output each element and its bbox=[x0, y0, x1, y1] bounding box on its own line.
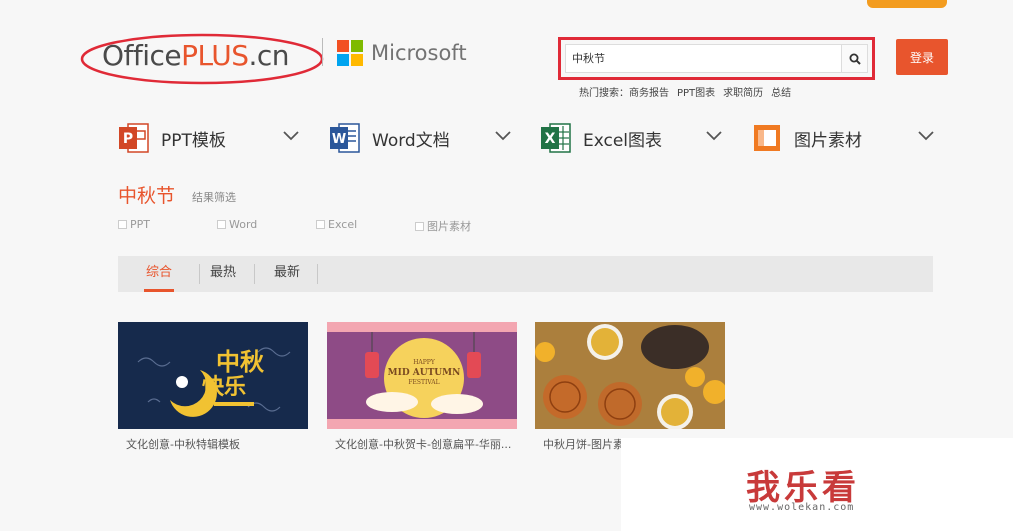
filter-checkbox-images[interactable]: 图片素材 bbox=[415, 218, 471, 234]
watermark-overlay: 我乐看 www.wolekan.com bbox=[621, 438, 1013, 531]
results-title: 中秋节 bbox=[118, 185, 176, 207]
card-thumbnail[interactable]: 中秋 快乐 bbox=[118, 322, 308, 429]
word-icon: W bbox=[330, 123, 360, 153]
chevron-down-icon[interactable] bbox=[706, 131, 722, 141]
card-art-text: 快乐 bbox=[202, 375, 246, 400]
chevron-down-icon[interactable] bbox=[495, 131, 511, 141]
checkbox[interactable] bbox=[316, 220, 325, 229]
tab-divider bbox=[254, 264, 255, 284]
hot-search-link[interactable]: 求职简历 bbox=[723, 88, 763, 99]
category-label: 图片素材 bbox=[794, 130, 862, 151]
card-title[interactable]: 文化创意-中秋特辑模板 bbox=[126, 436, 306, 452]
card-art-text: 中秋 bbox=[216, 348, 265, 376]
result-card[interactable]: 中秋月饼-图片素 bbox=[535, 322, 725, 452]
filter-option-label: Excel bbox=[328, 218, 358, 231]
checkbox[interactable] bbox=[217, 220, 226, 229]
microsoft-wordmark: Microsoft bbox=[371, 41, 467, 65]
filter-checkbox-ppt[interactable]: PPT bbox=[118, 218, 150, 231]
tab-divider bbox=[317, 264, 318, 284]
hot-searches-label: 热门搜索： bbox=[579, 88, 629, 99]
filter-option-label: 图片素材 bbox=[427, 220, 471, 233]
filter-label: 结果筛选 bbox=[192, 191, 236, 204]
chevron-down-icon[interactable] bbox=[918, 131, 934, 141]
logo-divider bbox=[322, 38, 323, 66]
result-card[interactable]: HAPPY MID AUTUMN FESTIVAL 文化创意-中秋贺卡-创意扁平… bbox=[327, 322, 517, 452]
filter-option-label: Word bbox=[229, 218, 258, 231]
watermark-url: www.wolekan.com bbox=[749, 502, 855, 513]
search-icon bbox=[849, 53, 861, 65]
chevron-down-icon[interactable] bbox=[283, 131, 299, 141]
mooncake-photo bbox=[535, 322, 725, 429]
login-button[interactable]: 登录 bbox=[896, 39, 948, 75]
result-card[interactable]: 中秋 快乐 文化创意-中秋特辑模板 bbox=[118, 322, 308, 452]
category-label: Excel图表 bbox=[583, 130, 663, 151]
category-excel[interactable]: X Excel图表 bbox=[541, 119, 662, 157]
logo-text: OfficePLUS.cn bbox=[102, 39, 290, 72]
microsoft-logo: Microsoft bbox=[337, 40, 467, 66]
tab-comprehensive[interactable]: 综合 bbox=[144, 256, 174, 292]
search-button[interactable] bbox=[841, 45, 867, 72]
card-art-text: MID AUTUMN bbox=[388, 368, 461, 378]
filter-option-label: PPT bbox=[130, 218, 150, 231]
category-ppt[interactable]: P PPT模板 bbox=[119, 119, 226, 157]
checkbox[interactable] bbox=[118, 220, 127, 229]
sort-tabbar: 综合 最热 最新 bbox=[118, 256, 933, 292]
top-corner-tab[interactable] bbox=[867, 0, 947, 8]
hot-search-link[interactable]: PPT图表 bbox=[677, 88, 715, 99]
card-art-text: HAPPY bbox=[413, 359, 436, 366]
excel-icon: X bbox=[541, 123, 571, 153]
card-art-text: FESTIVAL bbox=[408, 379, 439, 386]
search-input[interactable] bbox=[572, 45, 842, 72]
mid-autumn-art: 中秋 快乐 bbox=[118, 322, 308, 429]
svg-text:P: P bbox=[123, 131, 133, 147]
svg-text:X: X bbox=[545, 131, 556, 147]
card-thumbnail[interactable]: HAPPY MID AUTUMN FESTIVAL bbox=[327, 322, 517, 429]
card-thumbnail[interactable] bbox=[535, 322, 725, 429]
filter-checkbox-word[interactable]: Word bbox=[217, 218, 257, 231]
search-box bbox=[565, 44, 868, 73]
ppt-icon: P bbox=[119, 123, 149, 153]
filter-checkbox-excel[interactable]: Excel bbox=[316, 218, 357, 231]
hot-search-link[interactable]: 总结 bbox=[771, 88, 791, 99]
svg-text:W: W bbox=[332, 132, 346, 147]
tab-newest[interactable]: 最新 bbox=[272, 256, 302, 292]
category-label: PPT模板 bbox=[161, 130, 226, 151]
hot-searches: 热门搜索：商务报告 PPT图表 求职简历 总结 bbox=[579, 84, 799, 99]
hot-search-link[interactable]: 商务报告 bbox=[629, 88, 669, 99]
microsoft-windows-icon bbox=[337, 40, 363, 66]
mid-autumn-card-art: HAPPY MID AUTUMN FESTIVAL bbox=[327, 322, 517, 429]
tab-divider bbox=[199, 264, 200, 284]
image-icon bbox=[754, 125, 780, 151]
tab-hottest[interactable]: 最热 bbox=[208, 256, 238, 292]
officeplus-logo[interactable]: OfficePLUS.cn bbox=[80, 32, 330, 85]
card-title[interactable]: 文化创意-中秋贺卡-创意扁平-华丽... bbox=[335, 436, 515, 452]
checkbox[interactable] bbox=[415, 221, 424, 231]
category-label: Word文档 bbox=[372, 130, 450, 151]
category-images[interactable]: 图片素材 bbox=[752, 119, 862, 157]
category-word[interactable]: W Word文档 bbox=[330, 119, 450, 157]
